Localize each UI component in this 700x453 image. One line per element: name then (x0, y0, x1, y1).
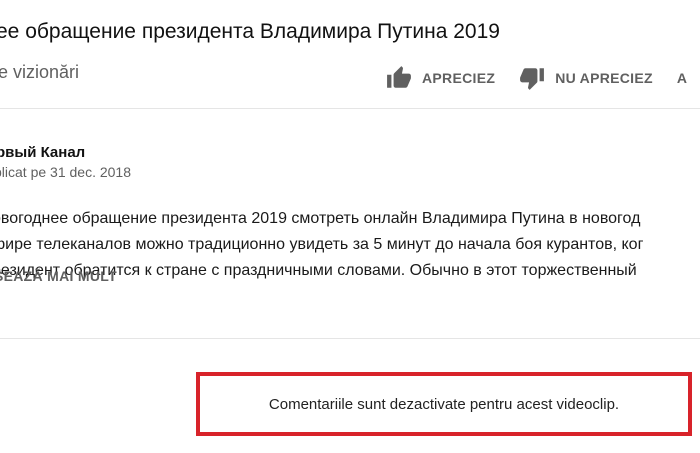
more-actions-button[interactable]: A (677, 70, 687, 86)
comments-disabled-text: Comentariile sunt dezactivate pentru ace… (268, 395, 620, 413)
description-line: овогоднее обращение президента 2019 смот… (0, 210, 641, 227)
more-actions-label: A (676, 70, 688, 86)
thumbs-down-icon (520, 68, 545, 90)
dislike-label: NU APRECIEZ (555, 70, 653, 86)
view-count: le vizionări (0, 62, 80, 82)
publish-date: blicat pe 31 dec. 2018 (0, 164, 131, 180)
like-button[interactable]: APRECIEZ (386, 65, 495, 91)
like-label: APRECIEZ (422, 70, 496, 86)
video-actions: APRECIEZ NU APRECIEZ A (386, 64, 700, 92)
description-line: фире телеканалов можно традиционно увиде… (0, 236, 644, 253)
comments-disabled-notice: Comentariile sunt dezactivate pentru ace… (196, 372, 692, 436)
dislike-button[interactable]: NU APRECIEZ (519, 65, 653, 91)
channel-name[interactable]: рвый Канал (0, 144, 85, 161)
divider (0, 338, 700, 339)
thumbs-up-icon (387, 66, 411, 88)
divider (0, 108, 700, 109)
video-title: ee обращение президента Владимира Путина… (0, 20, 500, 43)
show-more-button[interactable]: ȘEAZĂ MAI MULT (0, 268, 117, 284)
